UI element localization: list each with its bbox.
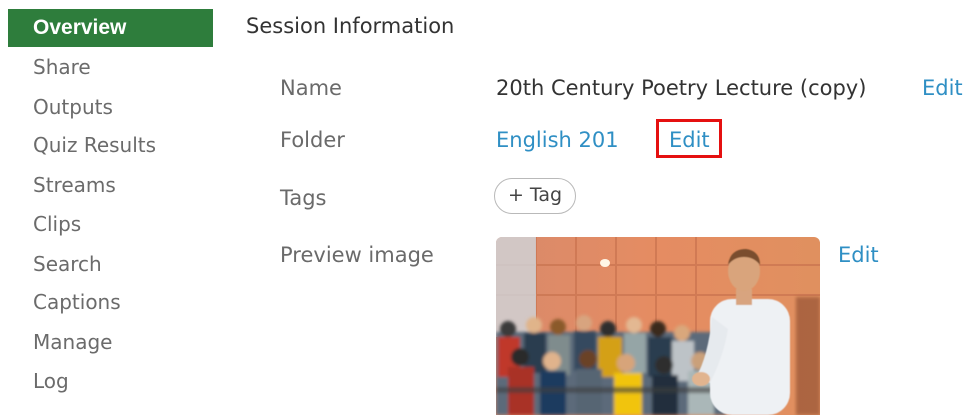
- sidebar-item-outputs[interactable]: Outputs: [8, 88, 213, 126]
- preview-image-label: Preview image: [280, 243, 434, 267]
- section-title: Session Information: [246, 14, 455, 38]
- sidebar-item-overview[interactable]: Overview: [8, 9, 213, 47]
- folder-label: Folder: [280, 128, 345, 152]
- name-label: Name: [280, 76, 342, 100]
- add-tag-button[interactable]: + Tag: [494, 178, 576, 214]
- folder-link[interactable]: English 201: [496, 128, 619, 152]
- preview-image: [496, 237, 820, 415]
- sidebar-item-streams[interactable]: Streams: [8, 166, 213, 204]
- lecture-hall-photo-icon: [496, 237, 820, 415]
- session-overview-page: Overview Share Outputs Quiz Results Stre…: [0, 0, 969, 415]
- edit-preview-image-link[interactable]: Edit: [838, 243, 879, 267]
- name-value: 20th Century Poetry Lecture (copy): [496, 76, 867, 100]
- sidebar-nav: Overview Share Outputs Quiz Results Stre…: [0, 0, 215, 415]
- sidebar-item-manage[interactable]: Manage: [8, 323, 213, 361]
- sidebar-item-clips[interactable]: Clips: [8, 205, 213, 243]
- sidebar-item-search[interactable]: Search: [8, 245, 213, 283]
- sidebar-item-captions[interactable]: Captions: [8, 283, 213, 321]
- sidebar-item-quiz-results[interactable]: Quiz Results: [8, 126, 213, 164]
- edit-name-link[interactable]: Edit: [922, 76, 963, 100]
- sidebar-item-log[interactable]: Log: [8, 362, 213, 400]
- edit-folder-highlight: [656, 119, 722, 158]
- sidebar-item-share[interactable]: Share: [8, 48, 213, 86]
- tags-label: Tags: [280, 186, 327, 210]
